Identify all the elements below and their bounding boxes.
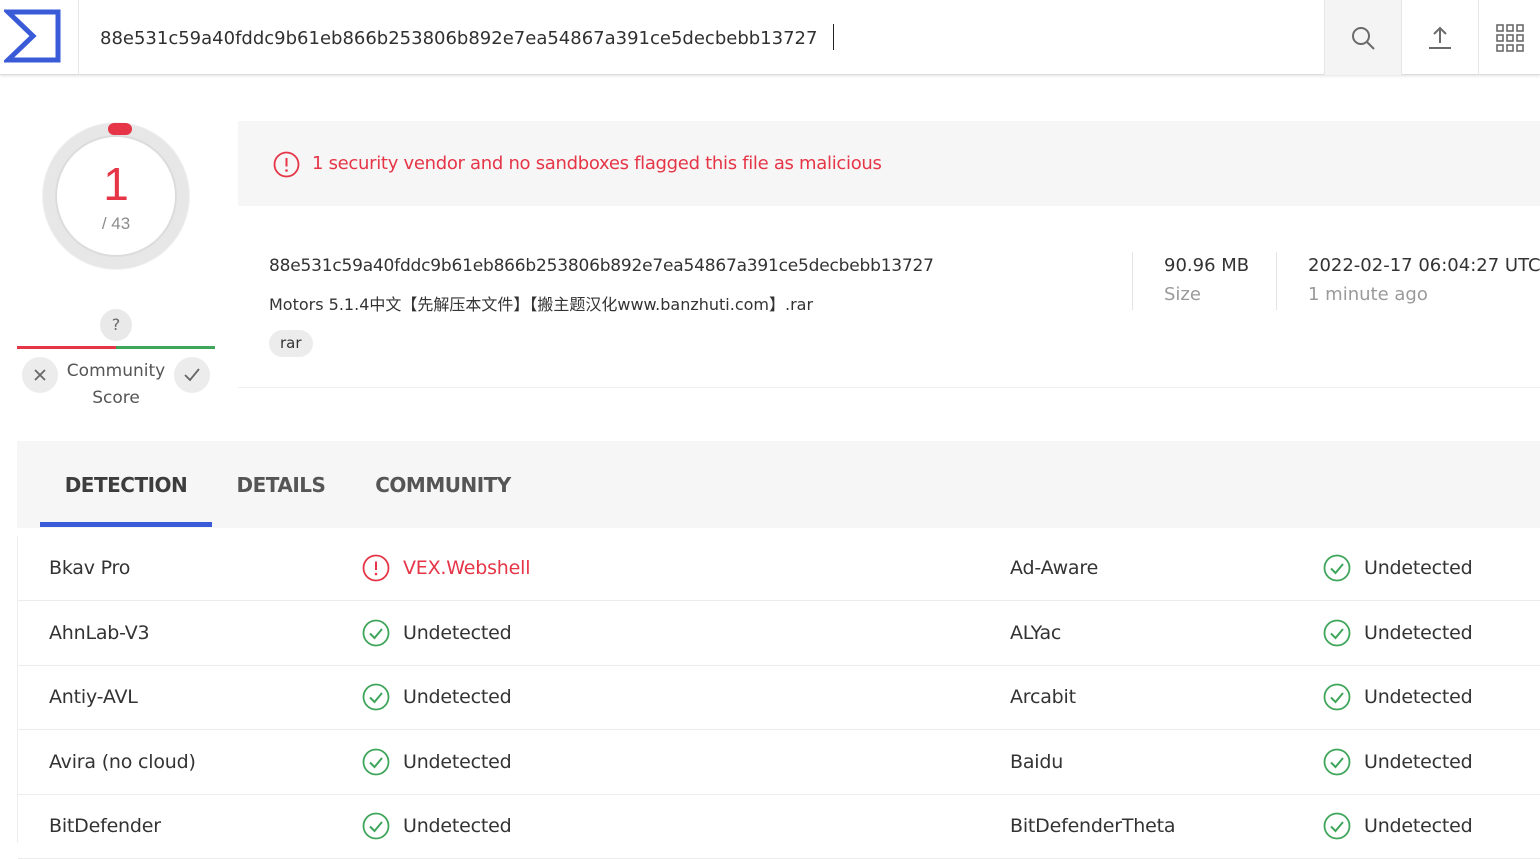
alert-icon [362,554,390,582]
vendor-name: Avira (no cloud) [49,750,196,773]
vendor-name: Antiy-AVL [49,686,138,708]
scan-date-value: 2022-02-17 06:04:27 UTC [1308,255,1540,276]
engine-total: / 43 [101,214,131,233]
apps-grid-icon [1495,23,1524,52]
table-row: BitDefender Undetected BitDefenderTheta Und… [18,794,1540,859]
detection-result-label: Undetected [1364,686,1473,708]
alert-icon [273,151,300,178]
detection-result-label: Undetected [1364,815,1473,837]
check-circle-icon [1323,812,1351,840]
check-circle-icon [1323,554,1351,582]
vendor-name: ALYac [1010,621,1062,644]
detection-result-label: Undetected [1364,750,1473,773]
alert-message: 1 security vendor and no sandboxes flagg… [312,153,882,174]
table-row: Bkav Pro VEX.Webshell Ad-Aware Undetected [18,536,1540,601]
tab-community[interactable]: COMMUNITY [360,441,526,528]
detection-result-label: Undetected [403,621,512,644]
logo-divider [78,0,79,75]
close-icon [34,369,46,381]
detection-result-label: Undetected [1364,557,1473,579]
info-divider [1276,252,1277,310]
detection-table: Bkav Pro VEX.Webshell Ad-Aware Undetected Ah… [17,536,1540,859]
scan-date-relative: 1 minute ago [1308,284,1428,305]
vendor-name: Arcabit [1010,686,1076,708]
file-hash: 88e531c59a40fddc9b61eb866b253806b892e7ea… [269,256,934,276]
detection-result: VEX.Webshell [362,536,530,600]
detection-result-label: Undetected [403,686,512,708]
tab-detection[interactable]: DETECTION [40,441,212,528]
vendor-name: Bkav Pro [49,557,131,579]
detection-result: Undetected [362,665,512,729]
text-caret [833,24,834,50]
checkmark-icon [184,368,200,382]
file-name: Motors 5.1.4中文【先解压本文件】【搬主题汉化www.banzhuti… [269,295,814,314]
apps-menu-button[interactable] [1478,0,1540,75]
vote-harmless-button[interactable] [174,357,210,393]
check-circle-icon [362,812,390,840]
check-circle-icon [362,683,390,711]
check-circle-icon [1323,748,1351,775]
info-divider [1132,252,1133,310]
community-score-label: Community Score [66,361,166,408]
detection-result-label: VEX.Webshell [403,557,531,579]
detection-result: Undetected [1323,794,1473,858]
detection-result: Undetected [362,794,512,858]
report-tabs: DETECTION DETAILS COMMUNITY [17,441,1540,528]
detection-result: Undetected [362,730,512,794]
community-bar-negative [17,346,116,349]
file-type-tag[interactable]: rar [269,330,313,357]
top-bar [0,0,1540,75]
vendor-name: AhnLab-V3 [49,621,150,644]
search-icon [1352,26,1375,50]
check-circle-icon [362,748,390,775]
vote-malicious-button[interactable] [22,357,58,393]
vendor-name: Ad-Aware [1010,557,1099,579]
detection-result: Undetected [362,601,512,665]
check-circle-icon [362,619,390,646]
file-size-label: Size [1164,284,1201,305]
detection-result: Undetected [1323,665,1473,729]
vendor-name: BitDefenderTheta [1010,815,1176,837]
file-size-value: 90.96 MB [1164,255,1250,276]
detection-count: 1 [103,158,129,210]
vendor-name: BitDefender [49,815,161,837]
table-row: Antiy-AVL Undetected Arcabit Undetected [18,665,1540,730]
active-tab-indicator [40,522,212,527]
vendor-name: Baidu [1010,750,1064,773]
detection-result-label: Undetected [403,815,512,837]
community-score-value[interactable]: ? [100,309,132,341]
detection-result-label: Undetected [1364,621,1473,644]
virustotal-logo-icon[interactable] [4,9,62,63]
detection-result: Undetected [1323,601,1473,665]
community-bar-positive [116,346,215,349]
table-row: Avira (no cloud) Undetected Baidu Undetecte… [18,730,1540,795]
search-input[interactable] [90,18,1310,58]
detection-result: Undetected [1323,536,1473,600]
upload-icon [1429,26,1451,49]
detection-result-label: Undetected [403,750,512,773]
upload-button[interactable] [1402,0,1478,75]
search-button[interactable] [1324,0,1402,75]
tab-details[interactable]: DETAILS [222,441,340,528]
detection-alert-banner: 1 security vendor and no sandboxes flagg… [238,121,1540,206]
check-circle-icon [1323,683,1351,711]
detection-result: Undetected [1323,730,1473,794]
check-circle-icon [1323,619,1351,646]
table-row: AhnLab-V3 Undetected ALYac Undetected [18,601,1540,666]
